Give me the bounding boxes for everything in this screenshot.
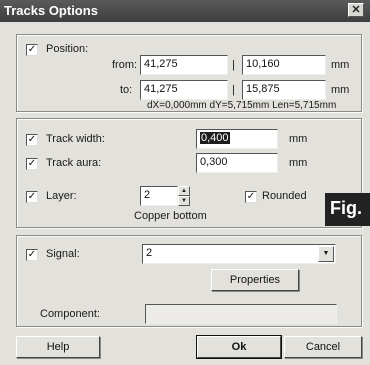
rounded-checkbox[interactable]: ✓ <box>245 191 257 203</box>
from-unit: mm <box>331 59 350 71</box>
signal-dropdown[interactable]: 2 <box>142 244 336 264</box>
from-separator: | <box>232 59 235 71</box>
chevron-down-icon[interactable]: ▼ <box>318 246 334 262</box>
ok-button[interactable]: Ok <box>196 335 282 359</box>
to-label: to: <box>120 84 133 96</box>
signal-label: Signal: <box>46 248 80 260</box>
track-aura-label: Track aura: <box>46 157 102 169</box>
signal-checkbox[interactable]: ✓ <box>26 249 38 261</box>
track-width-field[interactable]: 0,400 <box>196 129 278 149</box>
to-unit: mm <box>331 84 350 96</box>
spin-up-icon[interactable]: ▲ <box>178 186 190 196</box>
track-width-checkbox[interactable]: ✓ <box>26 134 38 146</box>
properties-button[interactable]: Properties <box>211 269 299 291</box>
spin-down-icon[interactable]: ▼ <box>178 196 190 206</box>
to-separator: | <box>232 84 235 96</box>
layer-field[interactable]: 2 <box>140 186 178 206</box>
layer-checkbox[interactable]: ✓ <box>26 191 38 203</box>
window-title: Tracks Options <box>4 3 98 18</box>
track-aura-checkbox[interactable]: ✓ <box>26 158 38 170</box>
close-icon[interactable]: ✕ <box>348 3 364 17</box>
track-width-value: 0,400 <box>200 132 230 144</box>
cancel-label: Cancel <box>305 341 341 353</box>
help-button[interactable]: Help <box>16 336 100 358</box>
track-aura-unit: mm <box>289 157 308 169</box>
delta-info: dX=0,000mm dY=5,715mm Len=5,715mm <box>147 100 337 111</box>
from-x-field[interactable]: 41,275 <box>140 55 228 75</box>
position-label: Position: <box>46 43 89 55</box>
signal-value: 2 <box>146 247 153 259</box>
help-label: Help <box>46 341 70 353</box>
to-y-field[interactable]: 15,875 <box>242 80 326 100</box>
position-checkbox[interactable]: ✓ <box>26 44 38 56</box>
track-width-unit: mm <box>289 133 308 145</box>
layer-spinner[interactable]: ▲ ▼ <box>178 186 190 206</box>
to-x-field[interactable]: 41,275 <box>140 80 228 100</box>
ok-label: Ok <box>231 341 247 353</box>
component-field[interactable] <box>145 304 337 324</box>
component-label: Component: <box>40 308 100 320</box>
from-label: from: <box>112 59 138 71</box>
cancel-button[interactable]: Cancel <box>284 336 362 358</box>
properties-label: Properties <box>229 274 281 286</box>
track-aura-field[interactable]: 0,300 <box>196 153 278 173</box>
layer-name: Copper bottom <box>134 210 207 222</box>
fig-badge: Fig. <box>325 193 370 226</box>
rounded-label: Rounded <box>262 190 307 202</box>
from-y-field[interactable]: 10,160 <box>242 55 326 75</box>
track-width-label: Track width: <box>46 133 105 145</box>
layer-label: Layer: <box>46 190 77 202</box>
title-bar: Tracks Options ✕ <box>0 0 370 22</box>
